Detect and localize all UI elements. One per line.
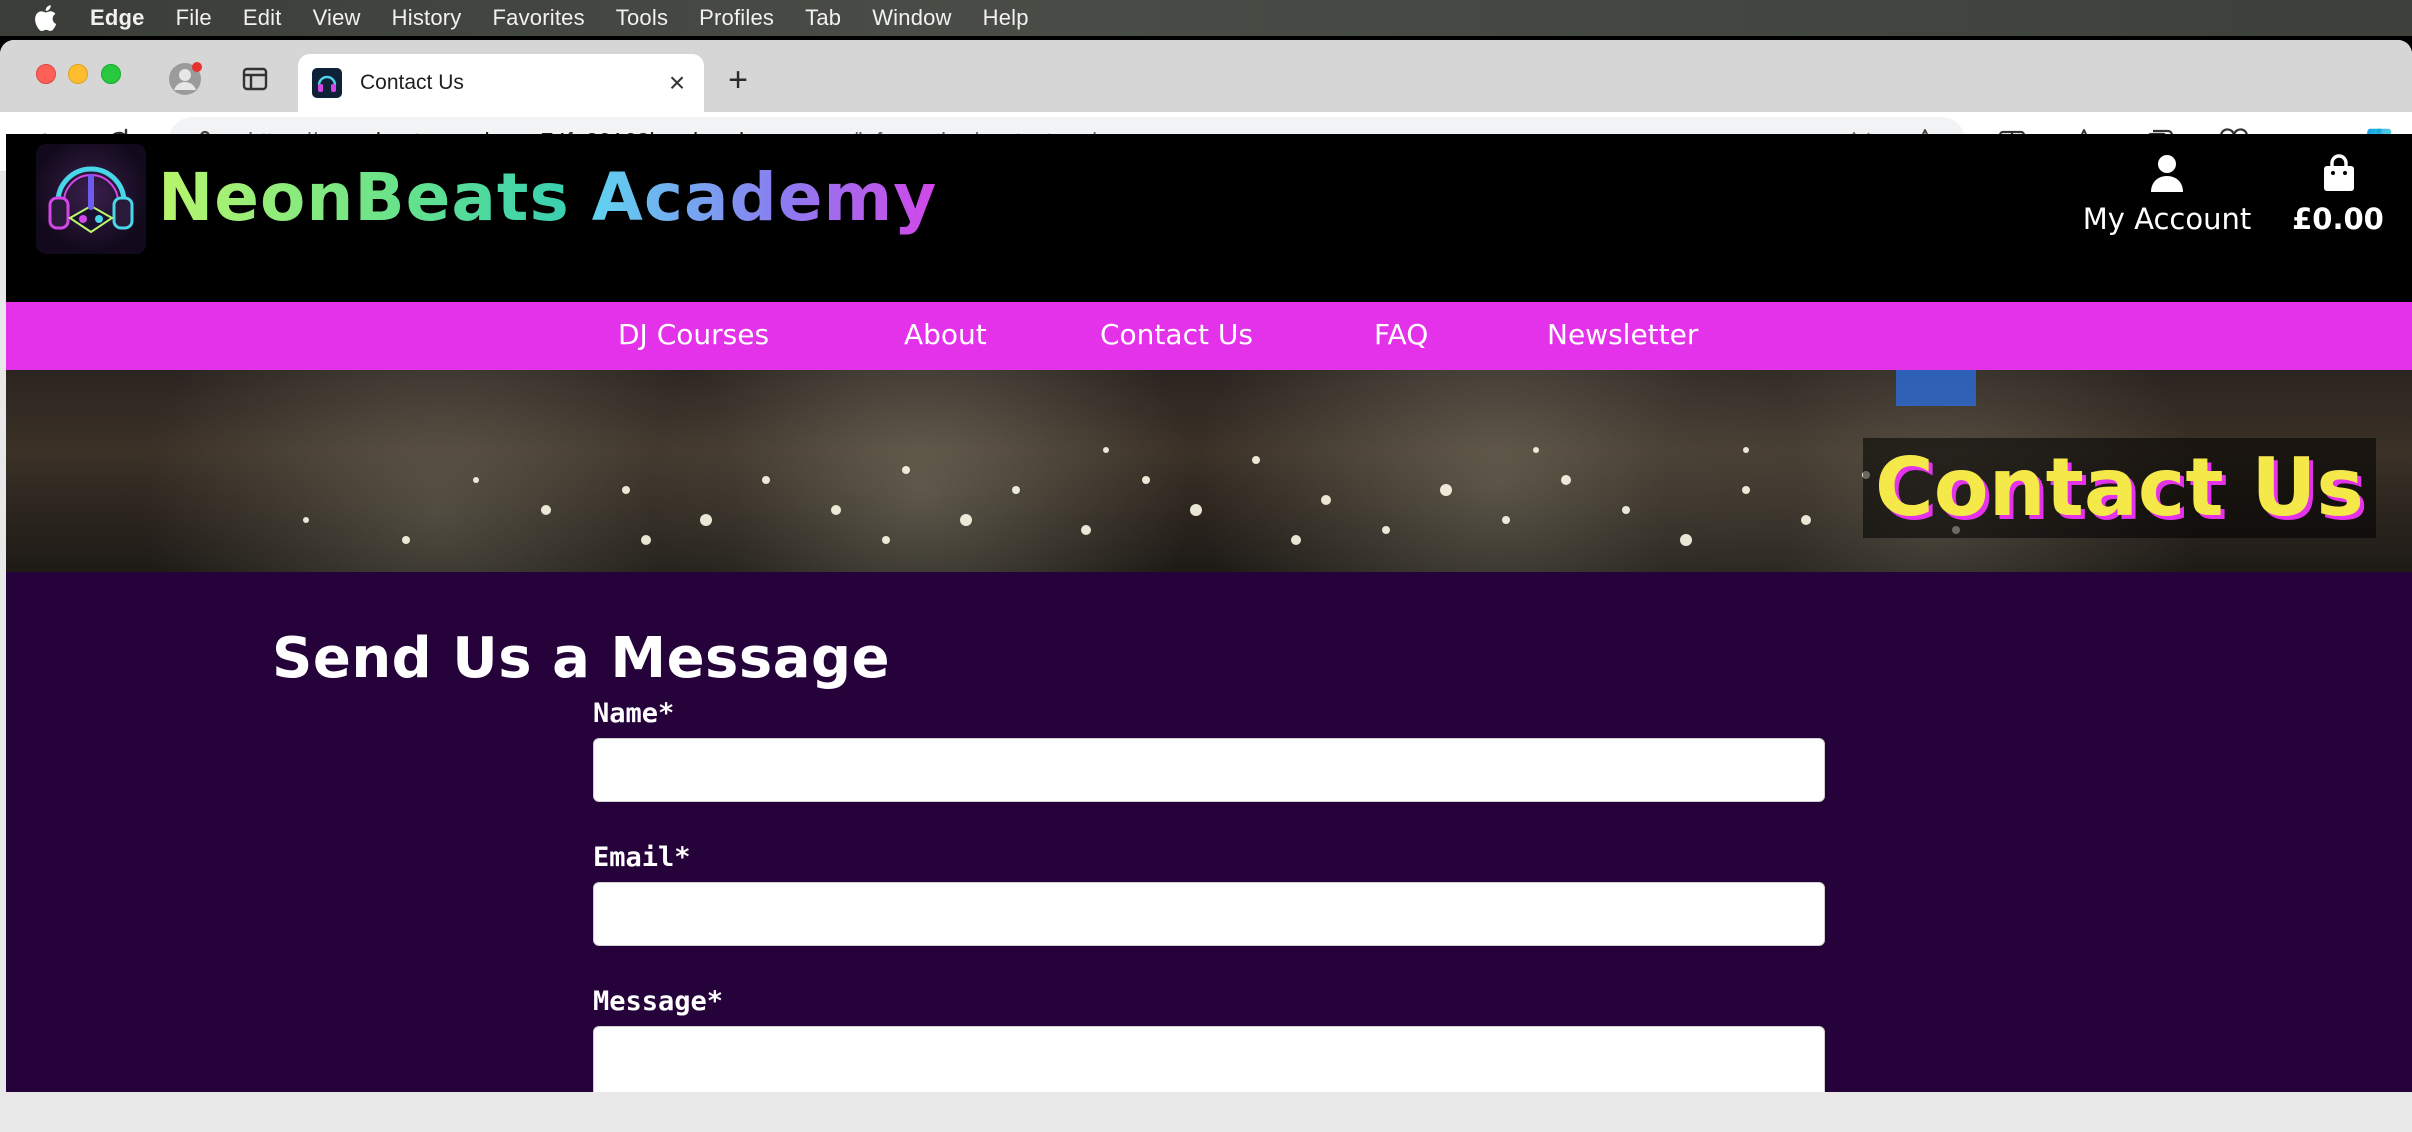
main-navbar: DJ Courses About Contact Us FAQ Newslett…	[6, 302, 2412, 370]
menu-tools[interactable]: Tools	[616, 5, 668, 31]
contact-form-section: Send Us a Message Name* Email* Message*	[6, 572, 2412, 1092]
name-label: Name*	[593, 698, 675, 729]
menu-profiles[interactable]: Profiles	[699, 5, 774, 31]
menu-favorites[interactable]: Favorites	[493, 5, 585, 31]
close-tab-icon[interactable]: ×	[664, 67, 690, 98]
shopping-bag-link[interactable]: £0.00	[2288, 154, 2388, 244]
menu-edit[interactable]: Edit	[243, 5, 282, 31]
macos-menubar: Edge File Edit View History Favorites To…	[0, 0, 2412, 36]
email-label: Email*	[593, 842, 691, 873]
message-label: Message*	[593, 986, 724, 1017]
form-heading: Send Us a Message	[272, 626, 891, 691]
tab-strip: Contact Us × +	[0, 40, 2412, 112]
brand-title[interactable]: NeonBeats Academy	[158, 162, 937, 234]
profile-icon[interactable]	[168, 62, 202, 96]
apple-icon[interactable]	[30, 3, 60, 33]
nav-faq[interactable]: FAQ	[1374, 318, 1428, 351]
hero-title: Contact Us	[1875, 441, 2364, 534]
user-icon	[2151, 155, 2183, 192]
menu-view[interactable]: View	[313, 5, 361, 31]
brand-word-academy: Academy	[591, 159, 938, 236]
my-account-label: My Account	[2082, 202, 2252, 236]
email-input[interactable]	[593, 882, 1825, 946]
close-window-button[interactable]	[36, 64, 56, 84]
tab-title: Contact Us	[360, 71, 464, 94]
menu-history[interactable]: History	[392, 5, 462, 31]
shopping-bag-icon	[2324, 154, 2354, 191]
headphones-favicon-icon	[312, 68, 342, 98]
web-page: NeonBeats Academy My Account £0.00 DJ Cou…	[6, 134, 2412, 1092]
hero-banner-image: Contact Us	[6, 370, 2412, 572]
headphones-logo-icon[interactable]	[36, 144, 146, 254]
nav-contact-us[interactable]: Contact Us	[1100, 318, 1253, 351]
tab-actions-icon[interactable]	[242, 66, 268, 92]
nav-dj-courses[interactable]: DJ Courses	[618, 318, 769, 351]
brand-word-neonbeats: NeonBeats	[158, 159, 570, 236]
menu-help[interactable]: Help	[983, 5, 1029, 31]
menu-app-name[interactable]: Edge	[90, 5, 145, 31]
nav-about[interactable]: About	[904, 318, 987, 351]
my-account-link[interactable]: My Account	[2082, 154, 2252, 244]
name-input[interactable]	[593, 738, 1825, 802]
tab-contact-us[interactable]: Contact Us ×	[298, 54, 704, 112]
menu-tab[interactable]: Tab	[805, 5, 841, 31]
menu-file[interactable]: File	[176, 5, 212, 31]
menu-window[interactable]: Window	[872, 5, 951, 31]
hero-title-box: Contact Us	[1863, 438, 2376, 538]
site-header: NeonBeats Academy My Account £0.00	[6, 134, 2412, 262]
bag-total: £0.00	[2292, 202, 2384, 236]
new-tab-icon[interactable]: +	[722, 61, 754, 99]
nav-newsletter[interactable]: Newsletter	[1547, 318, 1698, 351]
message-textarea[interactable]	[593, 1026, 1825, 1092]
minimize-window-button[interactable]	[68, 64, 88, 84]
zoom-window-button[interactable]	[101, 64, 121, 84]
